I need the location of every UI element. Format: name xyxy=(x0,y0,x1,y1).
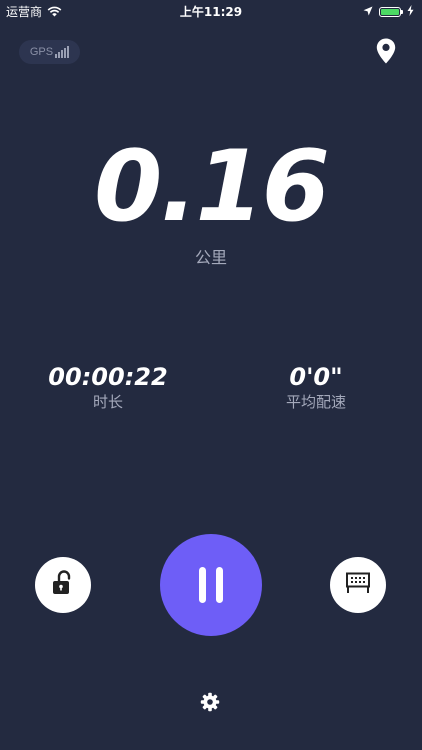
chart-button[interactable] xyxy=(330,557,386,613)
pause-icon xyxy=(199,567,223,603)
charging-bolt-icon xyxy=(407,4,414,19)
location-arrow-icon xyxy=(363,4,373,19)
pace-value: 0'0" xyxy=(289,363,343,391)
settings-button[interactable] xyxy=(199,692,221,716)
duration-metric: 00:00:22 时长 xyxy=(8,362,208,412)
distance-value: 0.16 xyxy=(94,130,330,244)
pace-label: 平均配速 xyxy=(285,393,346,411)
duration-value: 00:00:22 xyxy=(48,363,168,391)
status-indicators xyxy=(363,4,414,19)
chart-icon xyxy=(345,572,371,598)
unlock-icon xyxy=(51,570,75,600)
duration-label: 时长 xyxy=(92,393,123,411)
gear-icon xyxy=(200,692,220,716)
battery-level xyxy=(381,8,399,15)
status-time: 上午11:29 xyxy=(179,5,243,19)
gps-label: GPS xyxy=(29,46,54,58)
unlock-button[interactable] xyxy=(35,557,91,613)
gps-signal-icon xyxy=(55,46,70,58)
battery-icon xyxy=(379,6,403,17)
pace-metric: 0'0" 平均配速 xyxy=(216,362,416,412)
map-pin-icon xyxy=(376,38,396,68)
status-bar: 运营商 上午11:29 xyxy=(0,0,422,22)
location-button[interactable] xyxy=(374,38,398,68)
distance-unit: 公里 xyxy=(194,248,227,267)
gps-signal-badge: GPS xyxy=(19,40,80,64)
pause-button[interactable] xyxy=(160,534,262,636)
